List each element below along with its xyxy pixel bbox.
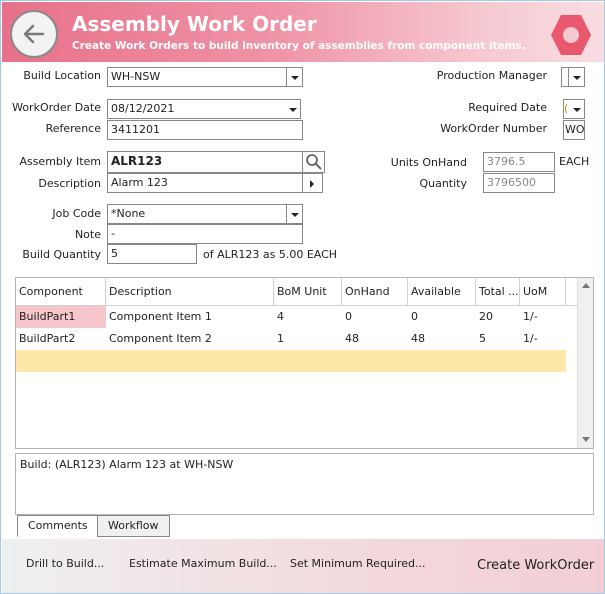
table-row[interactable]: BuildPart1 Component Item 1 4 0 0 20 1/- [16,306,566,328]
cell-available[interactable]: 0 [408,306,476,328]
job-code-label: Job Code [52,207,101,220]
reference-label: Reference [45,122,101,135]
cell-uom[interactable]: 1/- [520,328,566,350]
cell-description[interactable]: Component Item 1 [106,306,274,328]
units-onhand-field: 3796.5 [483,152,555,172]
assembly-work-order-window: Assembly Work Order Create Work Orders t… [0,0,605,594]
cell-total[interactable]: 20 [476,306,520,328]
build-quantity-suffix: of ALR123 as 5.00 EACH [203,248,338,261]
production-manager-label: Production Manager [436,69,547,82]
header-banner: Assembly Work Order Create Work Orders t… [2,2,604,62]
description-field[interactable]: Alarm 123 [107,173,303,193]
workorder-date-field[interactable]: 08/12/2021 [107,99,287,119]
quantity-label: Quantity [419,177,467,190]
production-manager-field[interactable] [561,67,569,87]
page-subtitle: Create Work Orders to build inventory of… [72,40,526,52]
create-workorder-button[interactable]: Create WorkOrder [477,558,594,573]
table-row[interactable]: BuildPart2 Component Item 2 1 48 48 5 1/… [16,328,566,350]
build-location-dropdown-button[interactable] [287,67,303,87]
cell-available[interactable]: 48 [408,328,476,350]
cell-onhand[interactable]: 0 [342,306,408,328]
hexagon-logo-icon [551,15,591,55]
column-header-bom-unit[interactable]: BoM Unit [274,278,342,306]
drill-to-build-button[interactable]: Drill to Build... [26,557,104,570]
cell-bom-unit[interactable]: 4 [274,306,342,328]
back-button[interactable] [10,10,58,58]
cell-description[interactable]: Component Item 2 [106,328,274,350]
cell-bom-unit[interactable]: 1 [274,328,342,350]
comments-textarea[interactable]: Build: (ALR123) Alarm 123 at WH-NSW [15,453,594,515]
units-onhand-unit: EACH [559,155,590,168]
cell-component[interactable]: BuildPart1 [16,306,106,328]
estimate-maximum-build-button[interactable]: Estimate Maximum Build... [129,557,277,570]
column-header-uom[interactable]: UoM [520,278,566,306]
required-date-dropdown-button[interactable] [569,99,585,119]
footer-toolbar: Drill to Build... Estimate Maximum Build… [2,539,604,593]
back-arrow-icon [23,24,45,44]
assembly-item-label: Assembly Item [19,155,101,168]
column-header-total[interactable]: Total ... [476,278,520,306]
grid-header: Component Description BoM Unit OnHand Av… [16,278,578,306]
scroll-down-icon[interactable] [578,432,594,448]
tab-comments[interactable]: Comments [17,515,99,537]
search-icon [306,154,322,170]
cell-onhand[interactable]: 48 [342,328,408,350]
grid-vertical-scrollbar[interactable] [577,278,593,448]
cell-uom[interactable]: 1/- [520,306,566,328]
reference-field[interactable]: 3411201 [107,120,303,140]
quantity-field: 3796500 [483,173,555,193]
cell-component[interactable]: BuildPart2 [16,328,106,350]
required-date-label: Required Date [468,101,547,114]
assembly-item-field[interactable]: ALR123 [107,151,303,173]
assembly-item-search-button[interactable] [303,151,325,173]
production-manager-dropdown-button[interactable] [569,67,585,87]
build-location-label: Build Location [23,69,101,82]
build-quantity-field[interactable]: 5 [107,244,197,264]
job-code-dropdown-button[interactable] [287,204,303,224]
note-label: Note [74,228,101,241]
workorder-number-label: WorkOrder Number [440,122,547,135]
description-expand-button[interactable] [303,173,323,193]
job-code-field[interactable]: *None [107,204,287,224]
scroll-up-icon[interactable] [578,278,594,294]
column-header-component[interactable]: Component [16,278,106,306]
build-quantity-label: Build Quantity [22,248,101,261]
description-label: Description [38,177,101,190]
workorder-date-dropdown-button[interactable] [285,99,301,119]
cell-total[interactable]: 5 [476,328,520,350]
build-location-field[interactable]: WH-NSW [107,67,287,87]
page-title: Assembly Work Order [72,12,317,36]
column-header-description[interactable]: Description [106,278,274,306]
column-header-onhand[interactable]: OnHand [342,278,408,306]
workorder-number-field[interactable]: WO [563,120,585,140]
components-grid: Component Description BoM Unit OnHand Av… [15,277,594,449]
set-minimum-required-button[interactable]: Set Minimum Required... [290,557,425,570]
units-onhand-label: Units OnHand [390,156,467,169]
note-field[interactable]: - [107,224,303,244]
column-header-available[interactable]: Available [408,278,476,306]
new-row-placeholder[interactable] [16,350,566,372]
workorder-date-label: WorkOrder Date [12,101,101,114]
tab-workflow[interactable]: Workflow [97,515,170,537]
